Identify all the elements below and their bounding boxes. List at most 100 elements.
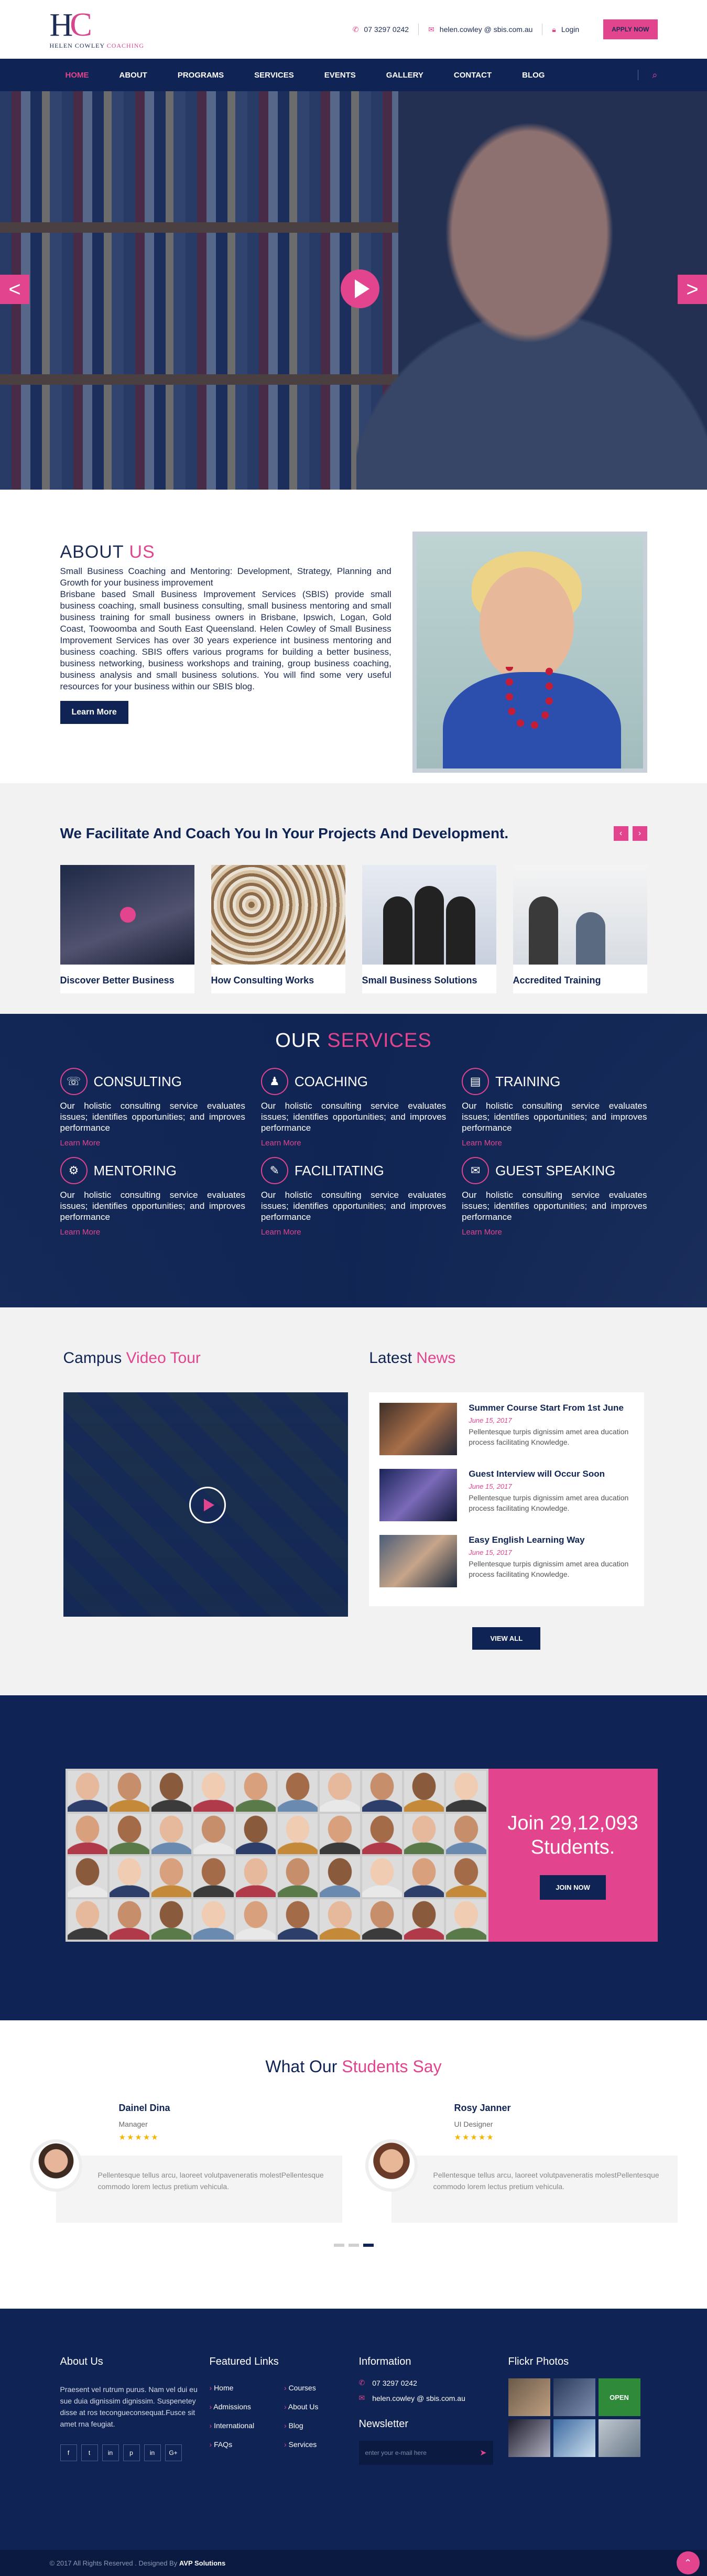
news-item[interactable]: Easy English Learning Way June 15, 2017 … [379, 1535, 633, 1587]
student-portrait [404, 1856, 444, 1897]
video-news-section: Campus Video Tour Latest News Summer Cou… [0, 1307, 707, 1695]
flickr-photo[interactable] [553, 2378, 595, 2416]
facilitate-card[interactable]: Accredited Training [513, 865, 647, 993]
nav-events[interactable]: EVENTS [324, 71, 356, 80]
carousel-next-icon[interactable]: › [632, 826, 647, 841]
news-item[interactable]: Guest Interview will Occur Soon June 15,… [379, 1469, 633, 1521]
carousel-dot-active[interactable] [363, 2244, 374, 2247]
back-to-top-icon[interactable]: ⌃ [676, 2551, 700, 2574]
learn-more-link[interactable]: Learn More [462, 1228, 647, 1237]
student-portrait [320, 1771, 360, 1812]
linkedin-alt-icon[interactable]: in [144, 2444, 161, 2461]
student-portrait [151, 1813, 192, 1854]
student-portrait [109, 1856, 150, 1897]
news-item[interactable]: Summer Course Start From 1st June June 1… [379, 1403, 633, 1455]
nav-home[interactable]: HOME [66, 71, 89, 80]
footer-link-courses[interactable]: Courses [284, 2384, 359, 2392]
google-plus-icon[interactable]: G+ [165, 2444, 182, 2461]
video-play-button[interactable] [189, 1487, 226, 1523]
carousel-dot[interactable] [348, 2244, 359, 2247]
student-portrait [235, 1856, 276, 1897]
service-training: ▤ TRAINING Our holistic consulting servic… [462, 1068, 647, 1148]
learn-more-link[interactable]: Learn More [60, 1228, 245, 1237]
footer-link-blog[interactable]: Blog [284, 2421, 359, 2430]
nav-gallery[interactable]: GALLERY [386, 71, 423, 80]
student-portrait [446, 1813, 486, 1854]
flickr-photo[interactable]: OPEN [598, 2378, 640, 2416]
newsletter-email-input[interactable]: enter your e-mail here ➤ [358, 2441, 493, 2465]
pinterest-icon[interactable]: p [123, 2444, 140, 2461]
video-player[interactable] [63, 1392, 349, 1617]
student-portrait [67, 1856, 107, 1897]
learn-more-link[interactable]: Learn More [261, 1228, 446, 1237]
linkedin-icon[interactable]: in [102, 2444, 119, 2461]
student-portrait [151, 1899, 192, 1940]
send-icon[interactable]: ➤ [480, 2448, 486, 2458]
card-image [513, 865, 647, 965]
facilitate-card[interactable]: How Consulting Works [211, 865, 345, 993]
hero-prev-arrow[interactable]: < [0, 275, 29, 304]
login-link[interactable]: 🔒︎ Login [542, 24, 589, 35]
apply-now-button[interactable]: APPLY NOW [603, 19, 658, 39]
hero-next-arrow[interactable]: > [678, 275, 707, 304]
facilitate-title: We Facilitate And Coach You In Your Proj… [60, 825, 509, 841]
student-portrait [235, 1771, 276, 1812]
hero-play-button[interactable] [341, 269, 379, 308]
nav-blog[interactable]: BLOG [522, 71, 545, 80]
student-portrait [362, 1813, 403, 1854]
consulting-icon: ☏ [60, 1068, 88, 1095]
card-image [362, 865, 496, 965]
nav-contact[interactable]: CONTACT [454, 71, 492, 80]
learn-more-link[interactable]: Learn More [60, 1139, 245, 1148]
search-icon[interactable]: ⌕ [652, 70, 657, 81]
footer-link-admissions[interactable]: Admissions [210, 2402, 285, 2411]
nav-about[interactable]: ABOUT [119, 71, 147, 80]
footer-link-home[interactable]: Home [210, 2384, 285, 2392]
twitter-icon[interactable]: t [81, 2444, 98, 2461]
mentoring-icon: ⚙ [60, 1157, 88, 1184]
footer-link-about[interactable]: About Us [284, 2402, 359, 2411]
carousel-prev-icon[interactable]: ‹ [613, 826, 628, 841]
join-now-button[interactable]: JOIN NOW [540, 1875, 606, 1900]
service-coaching: ♟ COACHING Our holistic consulting servic… [260, 1068, 446, 1148]
mail-icon: ✉ [358, 2394, 365, 2402]
logo-h: H [49, 7, 73, 43]
view-all-button[interactable]: VIEW ALL [472, 1627, 541, 1650]
nav-programs[interactable]: PROGRAMS [178, 71, 224, 80]
service-mentoring: ⚙ MENTORING Our holistic consulting servi… [60, 1157, 245, 1237]
logo[interactable]: HC HELEN COWLEY COACHING [49, 7, 155, 50]
star-rating-icon: ★★★★★ [454, 2133, 495, 2142]
flickr-photo[interactable] [508, 2378, 550, 2416]
flickr-photo[interactable] [598, 2419, 640, 2457]
facilitate-card[interactable]: Discover Better Business [60, 865, 194, 993]
footer-link-international[interactable]: International [210, 2421, 285, 2430]
services-section: OUR SERVICES ☏ CONSULTING Our holistic co… [0, 1014, 707, 1307]
learn-more-button[interactable]: Learn More [60, 701, 128, 724]
facebook-icon[interactable]: f [60, 2444, 77, 2461]
student-portrait [404, 1899, 444, 1940]
students-section: Join 29,12,093 Students. JOIN NOW [0, 1695, 707, 2020]
facilitate-card[interactable]: Small Business Solutions [362, 865, 496, 993]
footer-link-services[interactable]: Services [284, 2440, 359, 2449]
avatar [365, 2139, 418, 2192]
flickr-photo[interactable] [553, 2419, 595, 2457]
learn-more-link[interactable]: Learn More [462, 1139, 647, 1148]
link-icon[interactable] [119, 907, 136, 923]
learn-more-link[interactable]: Learn More [261, 1139, 446, 1148]
news-thumbnail [379, 1403, 458, 1455]
carousel-dot[interactable] [333, 2244, 344, 2247]
student-portrait [193, 1813, 234, 1854]
footer-about: About Us Praesent vel rutrum purus. Nam … [60, 2356, 210, 2465]
student-portrait [235, 1899, 276, 1940]
email-contact[interactable]: ✉ helen.cowley @ sbis.com.au [419, 24, 543, 35]
student-portrait [446, 1856, 486, 1897]
student-portrait [362, 1856, 403, 1897]
speech-icon: ✉ [462, 1157, 490, 1184]
phone-contact[interactable]: ✆ 07 3297 0242 [343, 24, 419, 35]
nav-services[interactable]: SERVICES [254, 71, 294, 80]
flickr-photo[interactable] [508, 2419, 550, 2457]
lock-icon: 🔒︎ [552, 25, 556, 34]
student-portrait [320, 1856, 360, 1897]
footer-link-faqs[interactable]: FAQs [210, 2440, 285, 2449]
phone-icon: ✆ [352, 25, 359, 34]
